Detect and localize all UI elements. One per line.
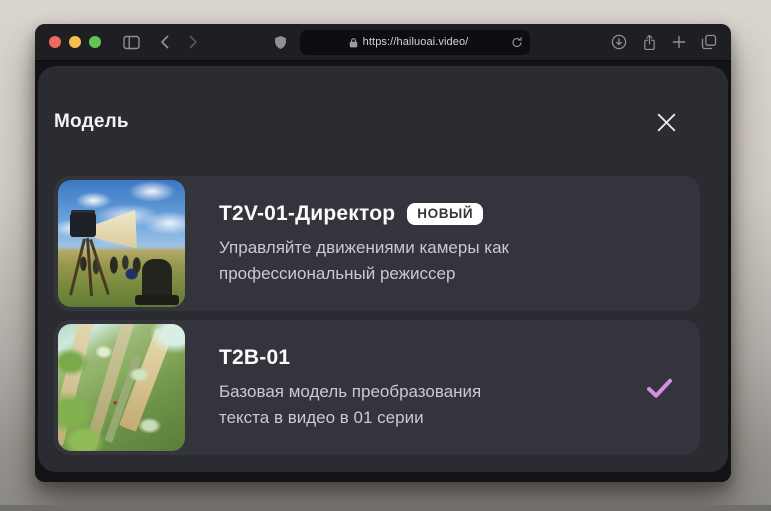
tabs-icon: [701, 34, 717, 50]
camera-graphic: [70, 213, 96, 237]
reload-button[interactable]: [511, 36, 523, 49]
city-detail-graphic: [58, 324, 185, 451]
traffic-lights: [49, 36, 101, 48]
minimize-window-icon[interactable]: [69, 36, 81, 48]
sidebar-toggle-button[interactable]: [123, 35, 140, 50]
back-button[interactable]: [160, 35, 169, 49]
plus-icon: [672, 35, 686, 49]
close-icon: [657, 113, 675, 131]
model-description: Базовая модель преобразования текста в в…: [219, 382, 482, 428]
share-button[interactable]: [642, 34, 657, 51]
browser-window: https://hailuoai.video/ Модель T2V-01-Ди…: [35, 24, 731, 482]
new-badge: НОВЫЙ: [407, 202, 484, 226]
model-name: T2V-01-Директор: [219, 202, 396, 225]
model-select-dialog: Модель T2V-01-Директор НОВЫЙ Управляйте …: [38, 66, 728, 472]
model-option-t2v-01[interactable]: T2B-01 Базовая модель преобразования тек…: [54, 320, 700, 455]
address-bar[interactable]: https://hailuoai.video/: [299, 29, 530, 55]
chevron-right-icon: [189, 35, 197, 49]
shield-icon: [274, 35, 286, 49]
tab-overview-button[interactable]: [701, 34, 717, 50]
selected-check-icon: [645, 376, 674, 399]
share-icon: [644, 34, 655, 50]
desktop-edge: [0, 505, 771, 511]
close-dialog-button[interactable]: [652, 108, 680, 136]
privacy-report-button[interactable]: [274, 35, 287, 50]
forward-button[interactable]: [189, 35, 198, 49]
model-info: T2B-01 Базовая модель преобразования тек…: [219, 324, 481, 432]
close-window-icon[interactable]: [49, 36, 61, 48]
model-options-list: T2V-01-Директор НОВЫЙ Управляйте движени…: [38, 136, 728, 455]
downloads-button[interactable]: [611, 34, 627, 50]
sidebar-icon: [123, 35, 140, 49]
download-icon: [611, 34, 627, 50]
director-silhouette-graphic: [135, 259, 179, 305]
reload-icon: [511, 36, 522, 47]
chevron-left-icon: [161, 35, 169, 49]
new-tab-button[interactable]: [672, 35, 686, 49]
url-text: https://hailuoai.video/: [362, 36, 469, 48]
model-thumbnail-film-set: [58, 180, 185, 307]
lock-icon: [349, 37, 358, 48]
browser-toolbar: https://hailuoai.video/: [35, 24, 731, 61]
model-thumbnail-aerial-city: [58, 324, 185, 451]
dialog-header: Модель: [38, 66, 728, 136]
model-name: T2B-01: [219, 346, 291, 369]
zoom-window-icon[interactable]: [89, 36, 101, 48]
page-background: Модель T2V-01-Директор НОВЫЙ Управляйте …: [35, 61, 731, 482]
model-option-t2v-01-director[interactable]: T2V-01-Директор НОВЫЙ Управляйте движени…: [54, 176, 700, 311]
model-info: T2V-01-Директор НОВЫЙ Управляйте движени…: [219, 180, 509, 288]
model-description: Управляйте движениями камеры как професс…: [219, 238, 509, 284]
dialog-title: Модель: [54, 111, 129, 132]
